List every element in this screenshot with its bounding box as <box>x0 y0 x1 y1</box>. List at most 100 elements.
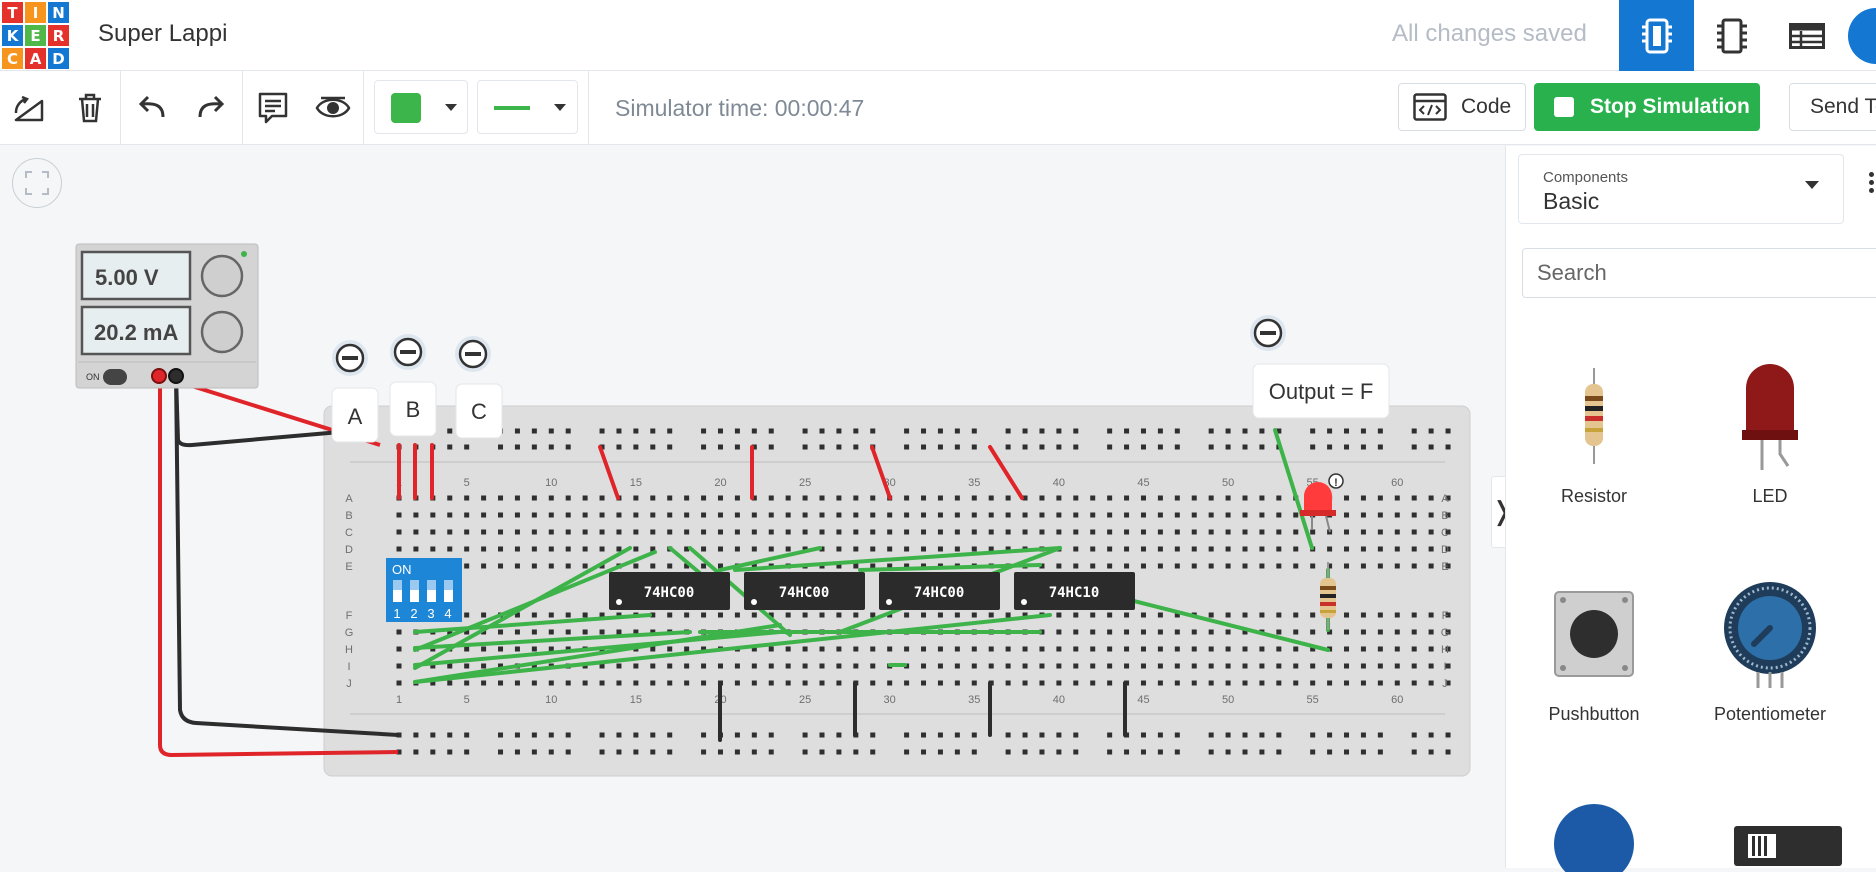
breadboard-hole[interactable] <box>633 428 639 434</box>
breadboard-hole[interactable] <box>937 749 943 755</box>
breadboard-hole[interactable] <box>531 428 537 434</box>
breadboard-hole[interactable] <box>1327 749 1333 755</box>
breadboard-hole[interactable] <box>1428 749 1434 755</box>
breadboard-hole[interactable] <box>870 663 876 669</box>
breadboard-hole[interactable] <box>1360 646 1366 652</box>
breadboard-hole[interactable] <box>1039 749 1045 755</box>
breadboard-hole[interactable] <box>633 512 639 518</box>
breadboard-hole[interactable] <box>768 646 774 652</box>
breadboard-hole[interactable] <box>751 749 757 755</box>
breadboard-hole[interactable] <box>650 529 656 535</box>
breadboard-hole[interactable] <box>582 629 588 635</box>
breadboard-hole[interactable] <box>1259 612 1265 618</box>
breadboard-hole[interactable] <box>599 629 605 635</box>
breadboard-hole[interactable] <box>1056 629 1062 635</box>
breadboard-hole[interactable] <box>988 495 994 501</box>
breadboard-hole[interactable] <box>1174 529 1180 535</box>
breadboard-hole[interactable] <box>1174 663 1180 669</box>
breadboard-hole[interactable] <box>1005 646 1011 652</box>
breadboard-hole[interactable] <box>1411 495 1417 501</box>
breadboard-hole[interactable] <box>853 529 859 535</box>
breadboard-hole[interactable] <box>921 512 927 518</box>
breadboard-hole[interactable] <box>1225 495 1231 501</box>
breadboard-hole[interactable] <box>1445 749 1451 755</box>
breadboard-hole[interactable] <box>853 512 859 518</box>
breadboard-hole[interactable] <box>1090 629 1096 635</box>
breadboard-hole[interactable] <box>988 612 994 618</box>
breadboard-hole[interactable] <box>650 563 656 569</box>
breadboard-hole[interactable] <box>481 546 487 552</box>
breadboard-hole[interactable] <box>1360 732 1366 738</box>
breadboard-hole[interactable] <box>1157 749 1163 755</box>
ic-chip-1[interactable]: 74HC00 <box>609 572 730 610</box>
breadboard-hole[interactable] <box>1310 680 1316 686</box>
breadboard-hole[interactable] <box>1191 680 1197 686</box>
breadboard-hole[interactable] <box>1039 428 1045 434</box>
breadboard-hole[interactable] <box>1208 563 1214 569</box>
breadboard-hole[interactable] <box>1157 512 1163 518</box>
breadboard-hole[interactable] <box>954 680 960 686</box>
breadboard-hole[interactable] <box>1056 428 1062 434</box>
breadboard-hole[interactable] <box>1310 529 1316 535</box>
breadboard-hole[interactable] <box>1310 444 1316 450</box>
breadboard-hole[interactable] <box>1411 512 1417 518</box>
breadboard-hole[interactable] <box>717 749 723 755</box>
breadboard-hole[interactable] <box>548 495 554 501</box>
breadboard-hole[interactable] <box>464 732 470 738</box>
breadboard-hole[interactable] <box>937 529 943 535</box>
breadboard-hole[interactable] <box>1394 495 1400 501</box>
breadboard-hole[interactable] <box>887 646 893 652</box>
breadboard-hole[interactable] <box>1344 529 1350 535</box>
breadboard-hole[interactable] <box>447 546 453 552</box>
breadboard-hole[interactable] <box>650 749 656 755</box>
breadboard-hole[interactable] <box>1225 444 1231 450</box>
breadboard-hole[interactable] <box>887 512 893 518</box>
breadboard-hole[interactable] <box>1411 629 1417 635</box>
breadboard-hole[interactable] <box>1242 546 1248 552</box>
breadboard-hole[interactable] <box>1208 749 1214 755</box>
breadboard-hole[interactable] <box>684 495 690 501</box>
breadboard-hole[interactable] <box>599 512 605 518</box>
breadboard-hole[interactable] <box>836 444 842 450</box>
breadboard-hole[interactable] <box>413 529 419 535</box>
breadboard-hole[interactable] <box>1344 732 1350 738</box>
breadboard-hole[interactable] <box>717 444 723 450</box>
breadboard-hole[interactable] <box>1022 646 1028 652</box>
breadboard-hole[interactable] <box>1005 680 1011 686</box>
breadboard-hole[interactable] <box>599 495 605 501</box>
breadboard-hole[interactable] <box>768 529 774 535</box>
breadboard-hole[interactable] <box>1140 629 1146 635</box>
breadboard-hole[interactable] <box>971 444 977 450</box>
breadboard-hole[interactable] <box>1191 629 1197 635</box>
breadboard-hole[interactable] <box>853 444 859 450</box>
breadboard-hole[interactable] <box>430 512 436 518</box>
breadboard-hole[interactable] <box>582 546 588 552</box>
breadboard-hole[interactable] <box>1124 563 1130 569</box>
breadboard-hole[interactable] <box>937 663 943 669</box>
breadboard-hole[interactable] <box>616 512 622 518</box>
breadboard-hole[interactable] <box>971 663 977 669</box>
breadboard-hole[interactable] <box>1056 512 1062 518</box>
breadboard-hole[interactable] <box>1259 495 1265 501</box>
breadboard-hole[interactable] <box>565 444 571 450</box>
breadboard-hole[interactable] <box>1073 428 1079 434</box>
breadboard-hole[interactable] <box>1073 444 1079 450</box>
breadboard-hole[interactable] <box>1411 749 1417 755</box>
breadboard-hole[interactable] <box>1428 512 1434 518</box>
breadboard-hole[interactable] <box>1293 612 1299 618</box>
breadboard-hole[interactable] <box>396 529 402 535</box>
breadboard-hole[interactable] <box>1377 529 1383 535</box>
breadboard-hole[interactable] <box>531 680 537 686</box>
breadboard-hole[interactable] <box>853 749 859 755</box>
breadboard-hole[interactable] <box>498 512 504 518</box>
breadboard-hole[interactable] <box>1259 646 1265 652</box>
component-card-led[interactable]: LED <box>1685 356 1855 556</box>
breadboard-hole[interactable] <box>819 646 825 652</box>
breadboard-hole[interactable] <box>1394 629 1400 635</box>
breadboard-hole[interactable] <box>1344 646 1350 652</box>
breadboard-hole[interactable] <box>1208 428 1214 434</box>
breadboard-hole[interactable] <box>1140 512 1146 518</box>
breadboard-hole[interactable] <box>1310 629 1316 635</box>
breadboard-hole[interactable] <box>1174 749 1180 755</box>
breadboard-hole[interactable] <box>1377 663 1383 669</box>
